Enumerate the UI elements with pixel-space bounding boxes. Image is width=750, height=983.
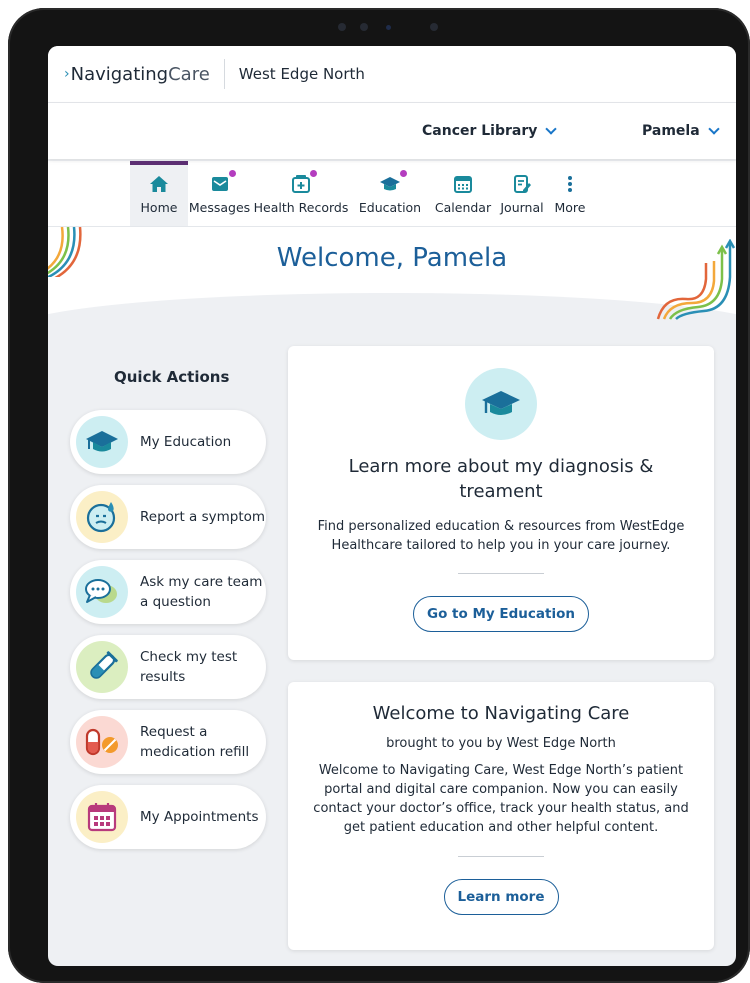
tab-messages[interactable]: Messages <box>188 161 251 226</box>
go-to-my-education-button[interactable]: Go to My Education <box>413 596 589 632</box>
chevron-down-icon <box>708 123 720 135</box>
tab-calendar[interactable]: Calendar <box>429 161 497 226</box>
notification-badge <box>400 170 407 177</box>
tab-label: Health Records <box>253 200 349 215</box>
organization-name: West Edge North <box>238 65 365 83</box>
quick-action-label: My Appointments <box>140 809 259 825</box>
quick-action-ask-care-team[interactable]: Ask my care team a question <box>70 560 266 624</box>
graduation-cap-icon <box>465 368 537 440</box>
tab-home[interactable]: Home <box>130 161 188 226</box>
card-divider <box>458 573 544 574</box>
tab-label: Education <box>358 200 422 215</box>
main-nav-tabs: Home Messages Health Records Education C… <box>48 161 736 227</box>
welcome-title: Welcome, Pamela <box>276 243 508 273</box>
journal-icon <box>512 173 532 195</box>
graduation-cap-icon <box>76 416 128 468</box>
decorative-arrows-right <box>656 239 736 320</box>
logo-mark-icon: › <box>64 66 70 82</box>
cancer-library-label: Cancer Library <box>422 123 538 139</box>
quick-action-my-appointments[interactable]: My Appointments <box>70 785 266 849</box>
card-divider <box>458 856 544 857</box>
tab-label: Messages <box>188 200 251 215</box>
logo-text-accent: Care <box>168 63 210 85</box>
brand-bar: › Navigating Care West Edge North <box>48 46 736 103</box>
medical-folder-icon <box>291 170 317 195</box>
welcome-card: Welcome to Navigating Care brought to yo… <box>288 682 714 950</box>
quick-action-label: Ask my care team a question <box>140 574 263 610</box>
logo-text-main: Navigating <box>70 63 169 85</box>
calendar-icon <box>453 173 473 195</box>
brand-divider <box>223 59 225 89</box>
tab-health-records[interactable]: Health Records <box>251 161 351 226</box>
learn-more-button[interactable]: Learn more <box>443 879 559 915</box>
tab-education[interactable]: Education <box>351 161 429 226</box>
welcome-card-title: Welcome to Navigating Care <box>372 703 630 724</box>
education-card-title: Learn more about my diagnosis & treament <box>348 456 654 502</box>
tab-label: Calendar <box>434 200 492 215</box>
quick-action-my-education[interactable]: My Education <box>70 410 266 474</box>
cancer-library-dropdown[interactable]: Cancer Library <box>422 123 558 139</box>
app-screen: › Navigating Care West Edge North Cancer … <box>48 46 736 966</box>
notification-badge <box>310 170 317 177</box>
chat-bubbles-icon <box>76 566 128 618</box>
quick-action-check-test-results[interactable]: Check my test results <box>70 635 266 699</box>
user-menu-dropdown[interactable]: Pamela <box>642 123 720 139</box>
tab-journal[interactable]: Journal <box>497 161 547 226</box>
more-vertical-icon <box>567 173 573 195</box>
chevron-down-icon <box>545 123 558 135</box>
notification-badge <box>228 170 236 177</box>
navigating-care-logo[interactable]: › Navigating Care <box>64 64 210 85</box>
welcome-card-subtitle: brought to you by West Edge North <box>386 736 616 751</box>
tab-label: More <box>554 200 586 215</box>
quick-action-label: My Education <box>140 434 232 450</box>
tab-label: Journal <box>500 200 544 215</box>
graduation-cap-icon <box>379 170 407 195</box>
secondary-bar: Cancer Library Pamela <box>48 103 736 159</box>
test-tube-icon <box>76 641 128 693</box>
tab-label: Home <box>140 200 178 215</box>
calendar-icon <box>76 791 128 843</box>
envelope-icon <box>210 170 236 195</box>
user-name-label: Pamela <box>642 123 700 139</box>
quick-action-label: Check my test results <box>140 649 238 685</box>
quick-action-report-symptom[interactable]: Report a symptom <box>70 485 266 549</box>
quick-action-label: Request a medication refill <box>140 724 250 760</box>
face-symptom-icon <box>76 491 128 543</box>
quick-action-request-refill[interactable]: Request a medication refill <box>70 710 266 774</box>
tablet-frame: › Navigating Care West Edge North Cancer … <box>8 8 750 983</box>
pills-icon <box>76 716 128 768</box>
camera-bar <box>338 20 450 34</box>
education-card-body: Find personalized education & resources … <box>317 519 685 553</box>
home-icon <box>149 173 169 195</box>
welcome-hero: Welcome, Pamela <box>48 227 736 373</box>
tab-more[interactable]: More <box>547 161 593 226</box>
welcome-card-body: Welcome to Navigating Care, West Edge No… <box>313 763 689 835</box>
quick-action-label: Report a symptom <box>140 509 266 525</box>
education-card: Learn more about my diagnosis & treament… <box>288 346 714 660</box>
quick-actions-title: Quick Actions <box>114 368 230 386</box>
quick-actions-list: My Education Report a symptom Ask my car… <box>70 410 266 860</box>
